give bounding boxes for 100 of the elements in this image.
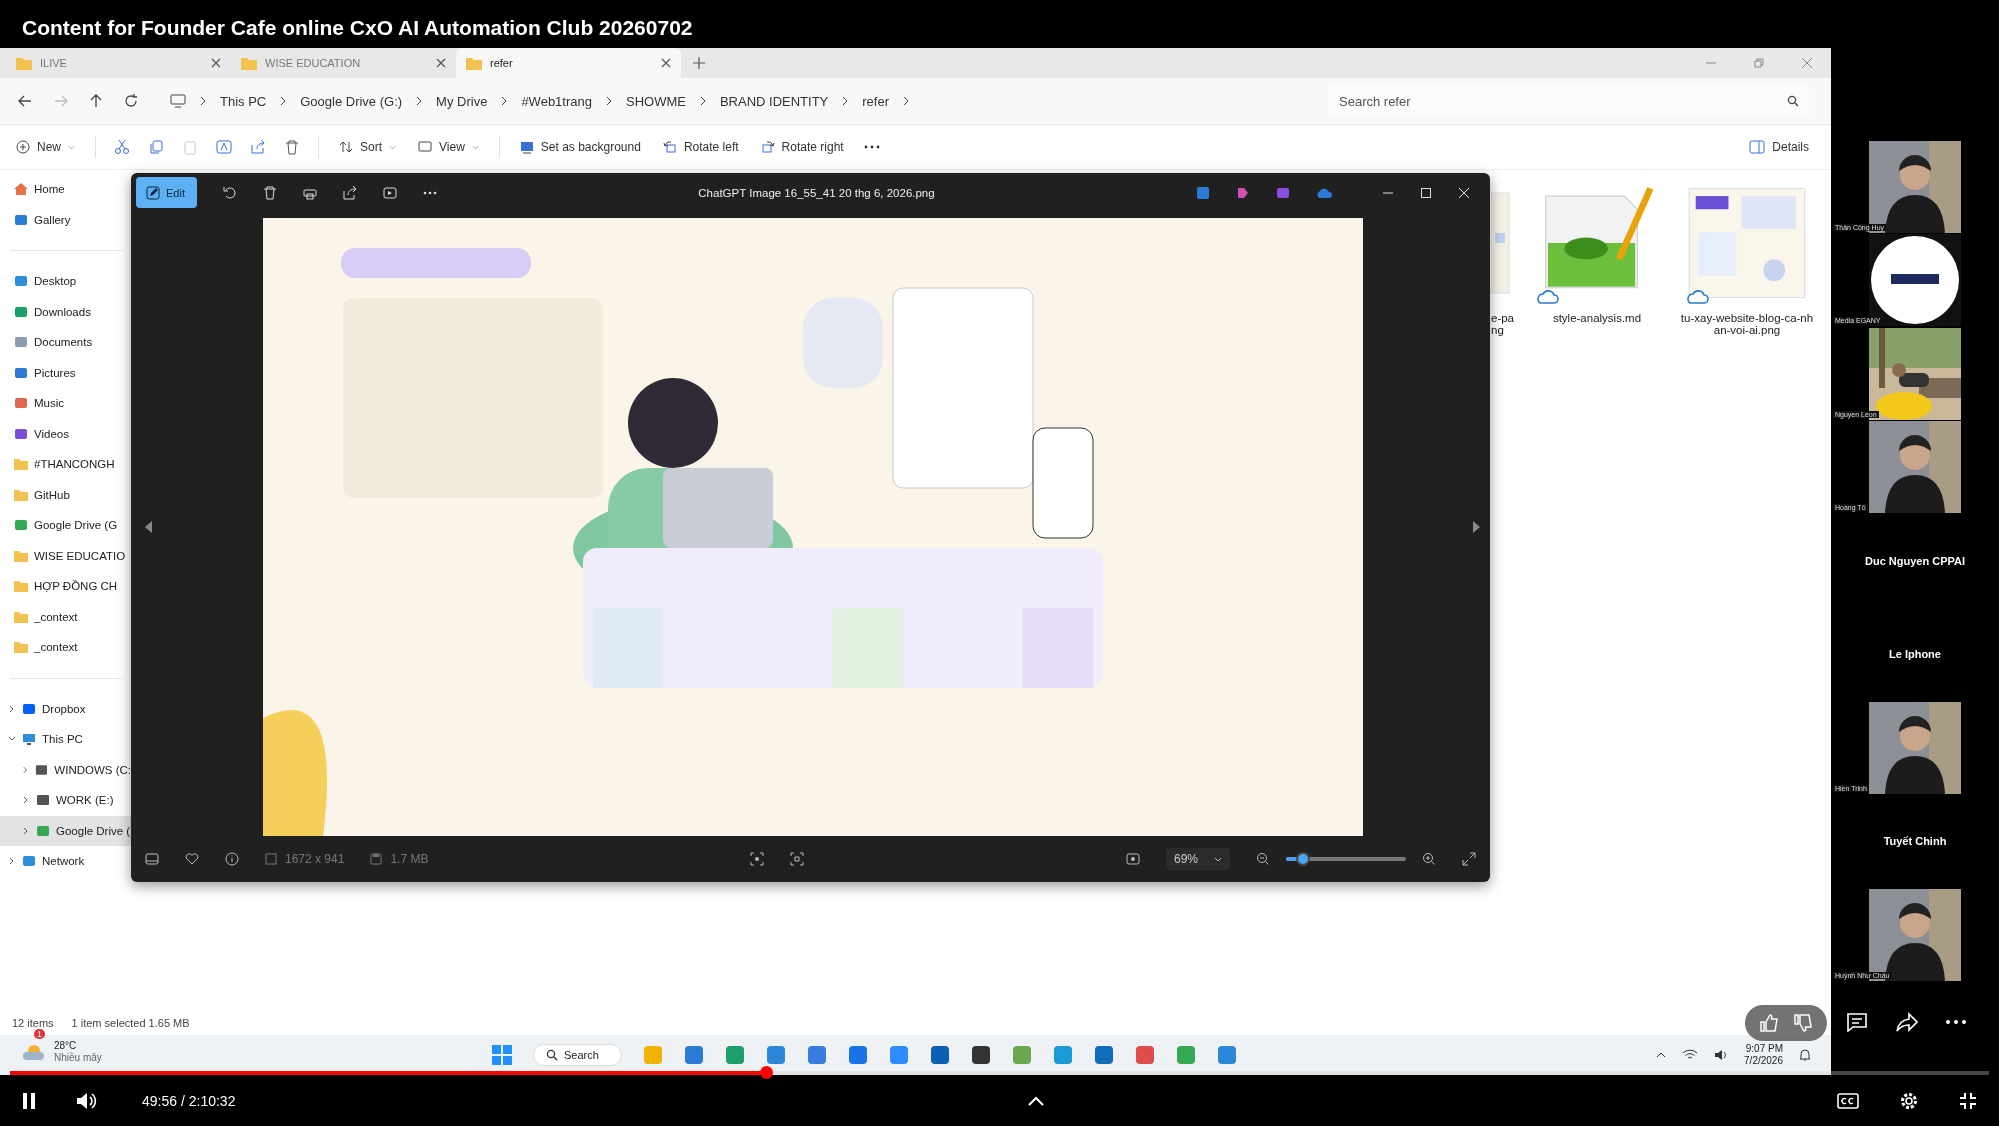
breadcrumb-item[interactable]: #Web1trang — [521, 93, 592, 109]
wifi-icon[interactable] — [1682, 1049, 1699, 1061]
edit-button[interactable]: Edit — [136, 177, 197, 208]
toolbar-button[interactable]: Rotate right — [758, 136, 846, 158]
bell-icon[interactable] — [1799, 1048, 1811, 1062]
tab[interactable]: ILIVE — [6, 48, 231, 78]
more-icon[interactable] — [422, 190, 437, 195]
nav-item[interactable]: GitHub — [0, 479, 131, 510]
windows-logo-icon[interactable] — [492, 1045, 512, 1065]
toolbar-button[interactable]: New — [14, 136, 77, 158]
refresh-icon[interactable] — [124, 94, 138, 108]
nav-item[interactable]: Google Drive (G — [0, 510, 131, 541]
speaker-icon[interactable] — [1714, 1049, 1729, 1061]
comments-icon[interactable] — [1846, 1012, 1868, 1032]
heart-icon[interactable] — [185, 853, 199, 865]
select-icon[interactable] — [790, 852, 805, 866]
nav-item[interactable]: Dropbox — [0, 693, 131, 724]
nav-item[interactable]: Documents — [0, 327, 131, 358]
address-bar[interactable]: This PC Google Drive (G:) My Drive #Web1trang SHOWME BRAND IDENTITY refer — [170, 93, 1307, 109]
toolbar-button[interactable]: Rotate left — [660, 136, 741, 158]
nav-item[interactable]: Home — [0, 174, 131, 205]
filmstrip-icon[interactable] — [145, 853, 159, 865]
search-button[interactable]: Search — [533, 1044, 622, 1066]
breadcrumb-item[interactable]: SHOWME — [626, 93, 686, 109]
back-icon[interactable] — [18, 95, 32, 107]
chevron-right-icon[interactable] — [22, 826, 30, 835]
chevron-right-icon[interactable] — [22, 796, 30, 805]
rotate-icon[interactable] — [222, 185, 237, 200]
nav-item[interactable]: Desktop — [0, 266, 131, 297]
toolbar-button[interactable]: Sort — [337, 136, 399, 158]
app-icon[interactable] — [929, 1045, 950, 1065]
captions-icon[interactable] — [1837, 1092, 1859, 1109]
file-item[interactable]: e-pa ng — [1491, 178, 1517, 336]
nav-item[interactable]: Network — [0, 846, 131, 877]
breadcrumb-item[interactable]: My Drive — [436, 93, 488, 109]
toolbar-button[interactable]: View — [416, 136, 481, 158]
nav-item[interactable]: Pictures — [0, 357, 131, 388]
app-icon[interactable] — [1093, 1045, 1114, 1065]
breadcrumb-item[interactable]: BRAND IDENTITY — [719, 93, 829, 109]
volume-icon[interactable] — [76, 1091, 98, 1110]
file-item[interactable]: style-analysis.md — [1527, 178, 1667, 324]
next-icon[interactable] — [1472, 521, 1480, 533]
crop-icon[interactable] — [750, 852, 765, 866]
previous-icon[interactable] — [145, 521, 153, 533]
info-icon[interactable] — [225, 852, 239, 866]
pause-button[interactable] — [22, 1092, 36, 1109]
close-icon[interactable] — [436, 58, 446, 68]
nav-item[interactable]: Google Drive ( — [0, 815, 131, 846]
nav-item[interactable]: This PC — [0, 724, 131, 755]
nav-item[interactable]: _context — [0, 632, 131, 663]
toolbar-button[interactable]: Set as background — [517, 136, 643, 158]
cloud-icon[interactable] — [1316, 186, 1332, 199]
screenshot-icon[interactable] — [1125, 853, 1140, 865]
chevron-up-icon[interactable] — [1656, 1052, 1667, 1058]
chevron-right-icon[interactable] — [8, 857, 16, 866]
nav-item[interactable]: #THANCONGH — [0, 449, 131, 480]
scissors-icon[interactable] — [114, 139, 130, 155]
details-button[interactable]: Details — [1747, 136, 1811, 158]
file-item[interactable]: tu-xay-website-blog-ca-nh an-voi-ai.png — [1677, 178, 1817, 336]
search-field[interactable]: Search refer — [1329, 86, 1809, 116]
exit-fullscreen-icon[interactable] — [1959, 1091, 1977, 1110]
new-tab-icon[interactable] — [693, 57, 705, 69]
zoom-dropdown[interactable]: 69% — [1165, 848, 1230, 870]
tab[interactable]: WISE EDUCATION — [231, 48, 456, 78]
more-icon[interactable] — [863, 145, 880, 149]
zoom-out-icon[interactable] — [1256, 852, 1270, 866]
nav-item[interactable]: WINDOWS (C: — [0, 754, 131, 785]
tab[interactable]: refer — [456, 48, 681, 78]
nav-item[interactable]: Videos — [0, 418, 131, 449]
like-dislike-button[interactable] — [1745, 1005, 1827, 1041]
nav-item[interactable]: Gallery — [0, 204, 131, 235]
nav-item[interactable]: Music — [0, 388, 131, 419]
breadcrumb-item[interactable]: Google Drive (G:) — [300, 93, 403, 109]
nav-item[interactable]: _context — [0, 601, 131, 632]
nav-label: Pictures — [34, 366, 76, 379]
fullscreen-icon[interactable] — [1462, 852, 1476, 866]
chevron-right-icon[interactable] — [8, 704, 16, 713]
maximize-icon[interactable] — [1420, 186, 1432, 199]
zoom-slider[interactable] — [1286, 852, 1406, 866]
more-icon[interactable] — [1946, 1020, 1966, 1024]
settings-icon[interactable] — [1899, 1090, 1919, 1111]
slideshow-icon[interactable] — [382, 185, 397, 200]
thumbs-down-icon[interactable] — [1793, 1013, 1813, 1033]
breadcrumb-item[interactable]: This PC — [220, 93, 267, 109]
up-icon[interactable] — [90, 94, 102, 108]
breadcrumb-item[interactable]: refer — [862, 93, 889, 109]
caret-icon — [1214, 856, 1222, 862]
thumbs-up-icon[interactable] — [1759, 1013, 1779, 1033]
close-icon[interactable] — [661, 58, 671, 68]
delete-icon[interactable] — [284, 139, 300, 155]
app-icon[interactable] — [970, 1045, 991, 1065]
nav-item[interactable]: WISE EDUCATIO — [0, 540, 131, 571]
nav-item[interactable]: HỢP ĐỒNG CH — [0, 571, 131, 602]
nav-item[interactable]: Downloads — [0, 296, 131, 327]
copy-icon[interactable] — [148, 139, 164, 155]
progress-bar[interactable] — [10, 1066, 1989, 1079]
close-icon[interactable] — [211, 58, 221, 68]
nav-item[interactable]: WORK (E:) — [0, 785, 131, 816]
rename-icon[interactable] — [216, 139, 232, 155]
zoom-in-icon[interactable] — [1422, 852, 1436, 866]
